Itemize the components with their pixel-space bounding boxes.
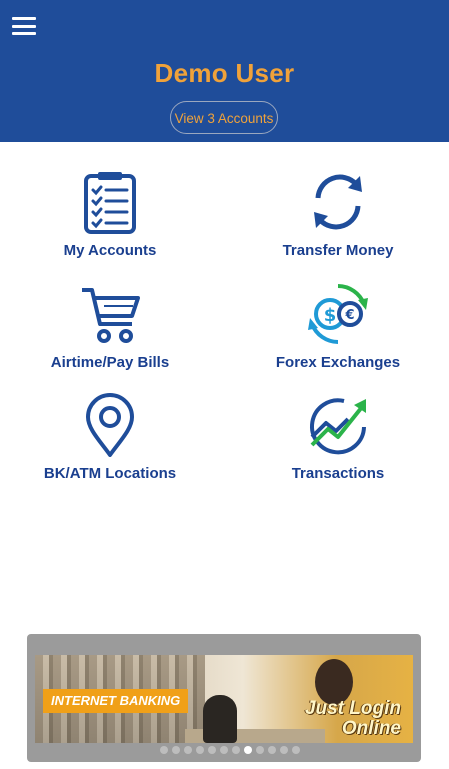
svg-text:$: $ <box>324 305 337 326</box>
svg-text:€: € <box>344 308 354 323</box>
promo-banner-image[interactable]: INTERNET BANKING Just Login Online <box>35 655 413 743</box>
tile-airtime-pay-bills[interactable]: Airtime/Pay Bills <box>10 282 210 382</box>
app-header: Demo User View 3 Accounts <box>0 0 449 142</box>
tile-transfer-money[interactable]: Transfer Money <box>238 170 438 270</box>
carousel-dot[interactable] <box>207 746 216 754</box>
tile-bk-atm-locations[interactable]: BK/ATM Locations <box>10 393 210 493</box>
banner-headline-line1: Just Login <box>304 698 401 719</box>
carousel-dot[interactable] <box>195 746 204 754</box>
carousel-dot[interactable] <box>243 746 252 754</box>
carousel-dot[interactable] <box>267 746 276 754</box>
user-name: Demo User <box>154 58 295 88</box>
person-graphic <box>203 695 237 743</box>
carousel-dot[interactable] <box>183 746 192 754</box>
shopping-cart-icon <box>82 288 140 343</box>
hamburger-menu-icon[interactable] <box>12 16 36 36</box>
tile-label: My Accounts <box>63 242 157 259</box>
tile-transactions[interactable]: Transactions <box>238 393 438 493</box>
banner-headline-line2: Online <box>341 718 401 739</box>
tile-label: Airtime/Pay Bills <box>50 354 170 371</box>
banner-headline: Just Login Online <box>305 699 401 739</box>
tile-forex-exchanges[interactable]: $ € Forex Exchanges <box>238 282 438 382</box>
currency-exchange-icon: $ € <box>308 284 368 344</box>
map-pin-icon <box>86 393 134 457</box>
carousel-dot[interactable] <box>159 746 168 754</box>
view-accounts-button[interactable]: View 3 Accounts <box>170 101 278 134</box>
tile-label: Transfer Money <box>282 242 394 259</box>
carousel-pagination[interactable] <box>0 746 449 754</box>
carousel-dot[interactable] <box>231 746 240 754</box>
internet-banking-tag: INTERNET BANKING <box>43 689 189 713</box>
tile-label: Forex Exchanges <box>275 354 401 371</box>
trend-chart-icon <box>310 398 366 455</box>
carousel-dot[interactable] <box>171 746 180 754</box>
carousel-dot[interactable] <box>291 746 300 754</box>
carousel-dot[interactable] <box>255 746 264 754</box>
tile-my-accounts[interactable]: My Accounts <box>10 170 210 270</box>
carousel-dot[interactable] <box>219 746 228 754</box>
checklist-icon <box>84 172 136 234</box>
tile-label: BK/ATM Locations <box>43 465 177 482</box>
tile-label: Transactions <box>291 465 385 482</box>
carousel-dot[interactable] <box>279 746 288 754</box>
refresh-arrows-icon <box>314 174 362 230</box>
